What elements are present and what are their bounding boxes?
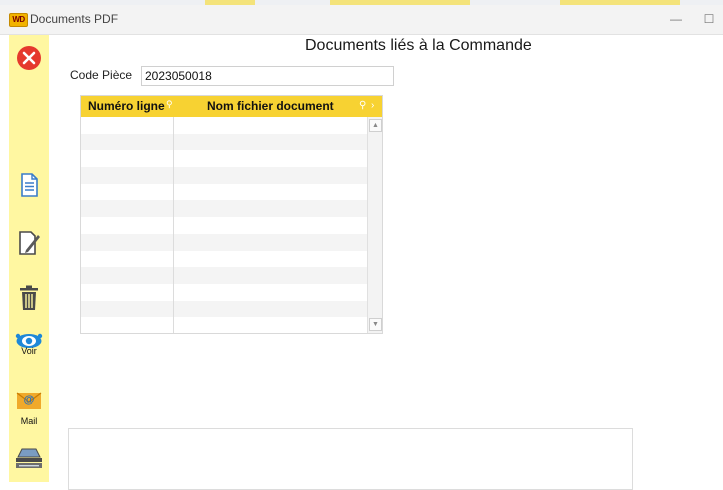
window-title: Documents PDF (30, 12, 119, 26)
table-row[interactable] (81, 284, 367, 301)
column-divider (173, 117, 174, 333)
new-document-button[interactable] (9, 173, 49, 197)
table-row[interactable] (81, 251, 367, 268)
table-row[interactable] (81, 150, 367, 167)
column-search-icon[interactable]: ⚲ (359, 100, 366, 111)
edit-document-button[interactable] (9, 230, 49, 256)
svg-text:@: @ (24, 394, 35, 406)
table-row[interactable] (81, 267, 367, 284)
scroll-down-button[interactable]: ▼ (369, 318, 382, 331)
view-label: Voir (21, 346, 37, 356)
table-header: Numéro ligne ⚲ Nom fichier document ⚲ › (81, 96, 382, 117)
table-row[interactable] (81, 217, 367, 234)
document-preview-panel (68, 428, 633, 490)
sidebar: Voir @ Mail (9, 35, 49, 482)
mail-label: Mail (20, 416, 38, 426)
scanner-icon (16, 448, 42, 468)
close-button[interactable] (9, 45, 49, 71)
new-document-icon (21, 173, 38, 197)
documents-table[interactable]: Numéro ligne ⚲ Nom fichier document ⚲ › … (80, 95, 383, 334)
table-body (81, 117, 367, 318)
code-piece-label: Code Pièce (70, 68, 133, 82)
table-row[interactable] (81, 184, 367, 201)
table-row[interactable] (81, 133, 367, 151)
code-piece-field[interactable]: 2023050018 (141, 66, 394, 86)
table-row[interactable] (81, 233, 367, 251)
vertical-scrollbar[interactable]: ▲ ▼ (367, 117, 382, 333)
column-header-line-number[interactable]: Numéro ligne (88, 96, 165, 117)
edit-document-icon (19, 231, 40, 255)
scanner-button[interactable] (9, 447, 49, 471)
column-header-file-name[interactable]: Nom fichier document (207, 96, 334, 117)
mail-icon: @ (16, 392, 42, 409)
table-row[interactable] (81, 300, 367, 318)
column-search-icon[interactable]: ⚲ (166, 99, 173, 110)
column-sort-icon[interactable]: › (371, 100, 374, 111)
page-title: Documents liés à la Commande (305, 37, 532, 54)
app-logo: WD (9, 13, 28, 27)
table-row[interactable] (81, 200, 367, 218)
mail-button[interactable]: @ Mail (9, 390, 49, 426)
maximize-button[interactable]: ☐ (697, 8, 721, 30)
delete-button[interactable] (9, 285, 49, 311)
title-bar: WD Documents PDF — ☐ (0, 5, 723, 35)
close-icon (17, 46, 41, 70)
table-row[interactable] (81, 117, 367, 134)
table-row[interactable] (81, 167, 367, 184)
scroll-up-button[interactable]: ▲ (369, 119, 382, 132)
trash-icon (20, 285, 38, 310)
minimize-button[interactable]: — (664, 8, 688, 30)
view-button[interactable]: Voir (9, 333, 49, 356)
